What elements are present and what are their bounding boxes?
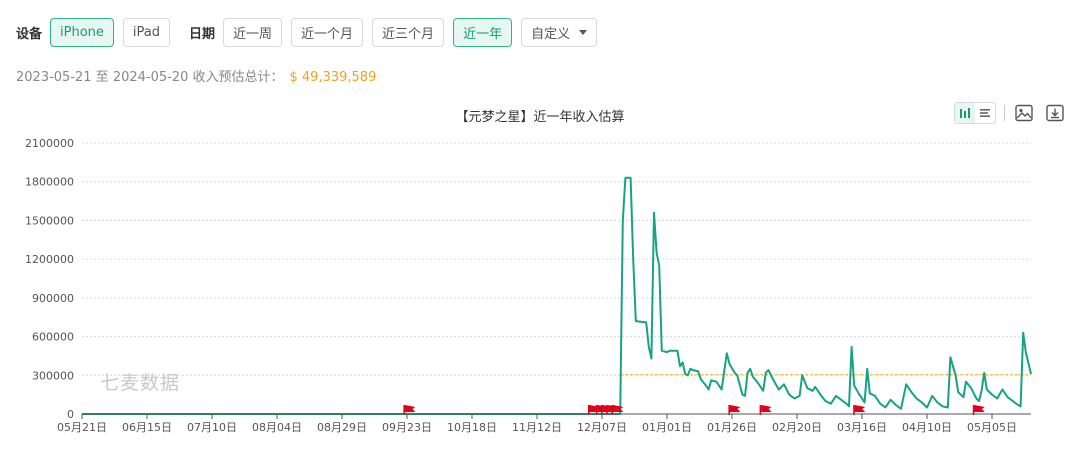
y-tick-label: 0 (67, 408, 74, 421)
x-tick-label: 12月07日 (577, 421, 627, 434)
filter-bar: 设备 iPhone iPad 日期 近一周 近一个月 近三个月 近一年 自定义 (16, 17, 606, 47)
range-month-button[interactable]: 近一个月 (291, 17, 364, 47)
revenue-series-line (82, 176, 1032, 415)
custom-range-label: 自定义 (531, 26, 571, 42)
chart-title: 【元梦之星】近一年收入估算 (455, 110, 625, 125)
x-tick-label: 06月15日 (122, 421, 172, 434)
range-year-button[interactable]: 近一年 (453, 17, 513, 47)
device-iphone-button[interactable]: iPhone (50, 17, 114, 47)
list-icon[interactable] (975, 103, 995, 123)
y-tick-label: 2100000 (25, 137, 74, 150)
x-tick-label: 03月16日 (837, 421, 887, 434)
image-icon[interactable] (1013, 102, 1035, 124)
x-tick-label: 10月18日 (447, 421, 497, 434)
x-tick-label: 08月29日 (317, 421, 367, 434)
x-tick-label: 04月10日 (902, 421, 952, 434)
y-tick-label: 1800000 (25, 176, 74, 189)
range-week-button[interactable]: 近一周 (223, 17, 283, 47)
x-tick-label: 01月01日 (642, 421, 692, 434)
watermark-text: 七麦数据 (100, 372, 181, 394)
x-tick-label: 02月20日 (772, 421, 822, 434)
bar-chart-icon[interactable] (955, 103, 975, 123)
series-layer (82, 176, 1032, 415)
x-tick-label: 08月04日 (252, 421, 302, 434)
device-label: 设备 (16, 26, 43, 42)
chart-toolbar (954, 102, 1066, 124)
date-label: 日期 (189, 26, 216, 42)
summary-text: 2023-05-21 至 2024-05-20 收入预估总计： (16, 70, 284, 85)
x-tick-label: 05月21日 (57, 421, 107, 434)
x-tick-label: 11月12日 (512, 421, 562, 434)
grid-layer (82, 142, 1031, 376)
custom-range-dropdown[interactable]: 自定义 (521, 17, 598, 47)
y-tick-label: 900000 (32, 292, 74, 305)
flag-banner (761, 405, 772, 412)
x-tick-label: 07月10日 (187, 421, 237, 434)
y-tick-label: 600000 (32, 331, 74, 344)
y-tick-label: 1200000 (25, 253, 74, 266)
flag-banner (974, 405, 985, 412)
device-ipad-button[interactable]: iPad (122, 17, 170, 47)
flag-banner (404, 405, 416, 412)
y-tick-label: 300000 (32, 369, 74, 382)
flag-banner (612, 405, 624, 412)
flag-banner (854, 405, 866, 412)
revenue-line-chart: 0 300000 600000 900000 1200000 1500000 1800000… (25, 137, 1032, 434)
x-tick-label: 09月23日 (382, 421, 432, 434)
view-toggle (954, 102, 996, 124)
summary-amount: $ 49,339,589 (289, 70, 377, 85)
download-icon[interactable] (1044, 102, 1066, 124)
revenue-summary: 2023-05-21 至 2024-05-20 收入预估总计： $ 49,339,… (16, 66, 376, 85)
caret-down-icon (579, 29, 588, 35)
x-tick-label: 01月26日 (707, 421, 757, 434)
range-3months-button[interactable]: 近三个月 (372, 17, 445, 47)
flag-banner (729, 405, 741, 412)
x-tick-label: 05月05日 (967, 421, 1017, 434)
y-tick-label: 1500000 (25, 214, 74, 227)
